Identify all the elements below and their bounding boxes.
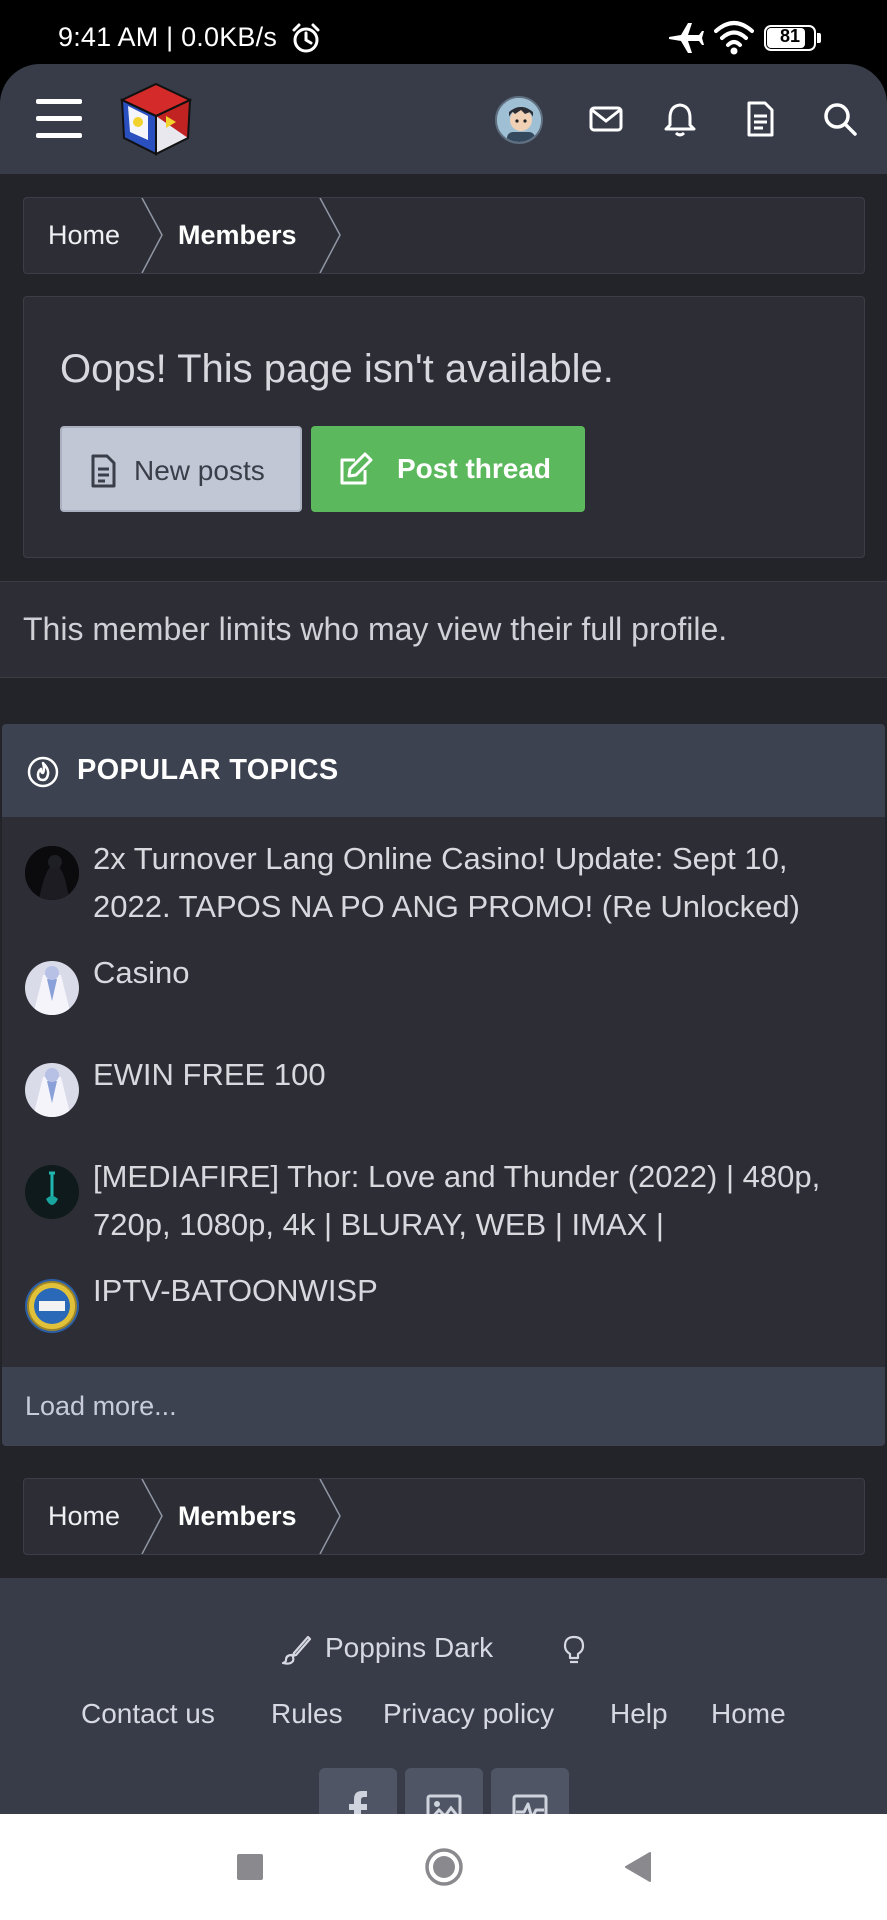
- breadcrumb-separator: [141, 198, 163, 273]
- profile-notice-text: This member limits who may view their fu…: [23, 611, 728, 647]
- airplane-icon: [669, 23, 704, 53]
- style-chooser-row: Poppins Dark: [0, 1630, 887, 1670]
- breadcrumb: Home Members: [23, 197, 865, 274]
- load-more-button[interactable]: Load more...: [2, 1367, 885, 1446]
- topic-title[interactable]: [MEDIAFIRE] Thor: Love and Thunder (2022…: [93, 1153, 873, 1249]
- avatar[interactable]: [25, 1279, 79, 1333]
- error-title: Oops! This page isn't available.: [60, 347, 614, 391]
- profile-notice: This member limits who may view their fu…: [0, 581, 887, 678]
- footer-link-help[interactable]: Help: [610, 1698, 668, 1730]
- topic-title[interactable]: IPTV-BATOONWISP: [93, 1267, 873, 1315]
- error-block: Oops! This page isn't available. New pos…: [23, 296, 865, 558]
- menu-icon[interactable]: [36, 99, 82, 139]
- back-button[interactable]: [598, 1814, 678, 1920]
- load-more-label: Load more...: [25, 1391, 177, 1421]
- circle-icon: [425, 1848, 463, 1886]
- style-chooser-link[interactable]: Poppins Dark: [325, 1632, 493, 1664]
- square-icon: [237, 1854, 263, 1880]
- post-thread-label: Post thread: [397, 453, 552, 484]
- paintbrush-icon[interactable]: [280, 1634, 312, 1666]
- topic-title[interactable]: EWIN FREE 100: [93, 1051, 873, 1099]
- wifi-icon: [714, 21, 754, 55]
- breadcrumb: Home Members: [23, 1478, 865, 1555]
- fire-icon: [27, 756, 59, 788]
- footer-links: Contact us Rules Privacy policy Help Hom…: [0, 1698, 887, 1738]
- new-posts-button[interactable]: New posts: [60, 426, 302, 512]
- battery-level: 81: [779, 26, 801, 46]
- top-header: [0, 64, 887, 174]
- edit-icon: [340, 452, 373, 485]
- status-bar: 9:41 AM | 0.0KB/s 81: [0, 0, 887, 64]
- document-icon[interactable]: [741, 100, 779, 138]
- footer-link-rules[interactable]: Rules: [271, 1698, 343, 1730]
- avatar[interactable]: [25, 1063, 79, 1117]
- bell-icon[interactable]: [661, 100, 699, 138]
- popular-topics-title: POPULAR TOPICS: [77, 754, 339, 786]
- mail-icon[interactable]: [587, 100, 625, 138]
- avatar[interactable]: [25, 1165, 79, 1219]
- breadcrumb-separator: [319, 1479, 341, 1554]
- footer-link-contact[interactable]: Contact us: [81, 1698, 215, 1730]
- home-button[interactable]: [404, 1814, 484, 1920]
- new-posts-label: New posts: [134, 455, 265, 486]
- breadcrumb-home[interactable]: Home: [48, 198, 120, 273]
- popular-topics-header: POPULAR TOPICS: [2, 724, 885, 817]
- battery-icon: 81: [764, 25, 822, 53]
- site-logo[interactable]: [118, 80, 194, 158]
- status-time: 9:41 AM | 0.0KB/s: [58, 22, 278, 52]
- app-container: Home Members Oops! This page isn't avail…: [0, 64, 887, 1814]
- back-triangle-icon: [625, 1852, 651, 1882]
- avatar[interactable]: [495, 96, 543, 144]
- lightbulb-icon[interactable]: [558, 1634, 590, 1666]
- footer-link-home[interactable]: Home: [711, 1698, 786, 1730]
- footer-link-privacy[interactable]: Privacy policy: [383, 1698, 554, 1730]
- breadcrumb-separator: [141, 1479, 163, 1554]
- document-icon: [91, 454, 116, 488]
- breadcrumb-members[interactable]: Members: [178, 1479, 297, 1554]
- topic-title[interactable]: Casino: [93, 949, 873, 997]
- avatar[interactable]: [25, 846, 79, 900]
- post-thread-button[interactable]: Post thread: [311, 426, 585, 512]
- breadcrumb-separator: [319, 198, 341, 273]
- topic-title[interactable]: 2x Turnover Lang Online Casino! Update: …: [93, 835, 873, 931]
- system-nav-bar: [0, 1814, 887, 1920]
- breadcrumb-home[interactable]: Home: [48, 1479, 120, 1554]
- alarm-icon: [292, 23, 320, 53]
- avatar[interactable]: [25, 961, 79, 1015]
- popular-topics-widget: POPULAR TOPICS 2x Turnover Lang Online C…: [2, 724, 885, 1446]
- recents-button[interactable]: [210, 1814, 290, 1920]
- breadcrumb-members[interactable]: Members: [178, 198, 297, 273]
- search-icon[interactable]: [821, 100, 859, 138]
